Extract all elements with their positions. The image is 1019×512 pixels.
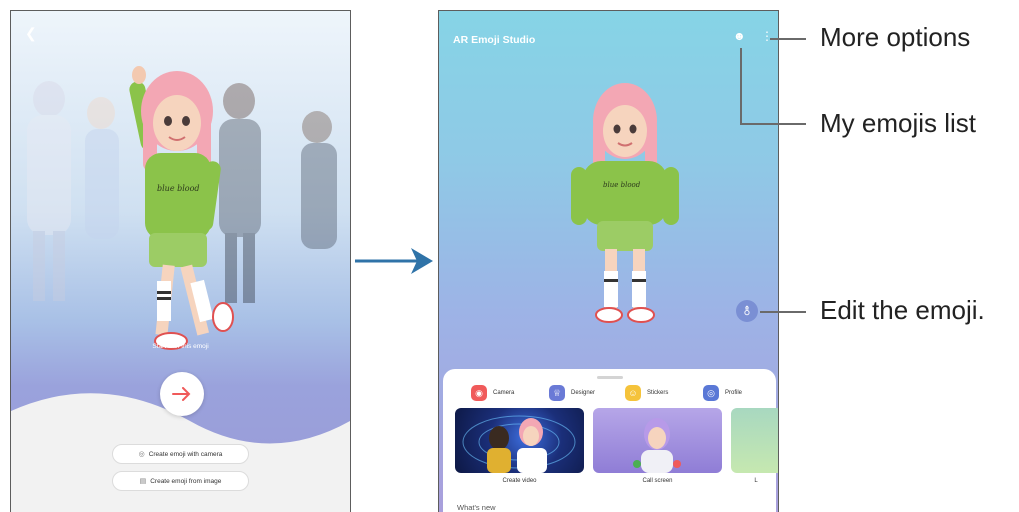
my-emojis-leader-vertical xyxy=(740,48,742,124)
create-video-card[interactable] xyxy=(455,408,584,473)
more-options-icon[interactable]: ⋮ xyxy=(761,29,773,43)
sticker-icon: ☺ xyxy=(625,385,641,401)
main-avatar: blue blood xyxy=(129,66,234,350)
category-profile[interactable]: ◎ Profile xyxy=(703,385,742,401)
standing-avatar: blue blood xyxy=(571,83,679,323)
more-options-leader xyxy=(770,38,806,40)
create-from-image-label: Create emoji from image xyxy=(150,477,222,485)
category-label: Camera xyxy=(493,390,515,396)
edit-emoji-leader xyxy=(760,311,806,313)
create-with-camera-button[interactable]: ◎ Create emoji with camera xyxy=(112,444,249,464)
camera-icon: ◎ xyxy=(138,451,145,458)
card-label-call-screen: Call screen xyxy=(642,478,673,484)
flow-arrow xyxy=(355,248,433,274)
next-button[interactable] xyxy=(160,372,204,416)
category-label: Stickers xyxy=(647,390,669,396)
category-label: Profile xyxy=(725,390,743,396)
create-from-image-button[interactable]: ▤ Create emoji from image xyxy=(112,471,249,491)
app-title: AR Emoji Studio xyxy=(453,34,536,46)
whats-new-heading: What's new xyxy=(457,503,496,512)
card-label-create-video: Create video xyxy=(502,478,537,484)
edit-emoji-callout: Edit the emoji. xyxy=(820,295,985,325)
bottom-sheet: ◉ Camera ♕ Designer ☺ Stickers ◎ Profile xyxy=(443,369,778,512)
figure-icon: ⚨ xyxy=(742,305,752,318)
designer-icon: ♕ xyxy=(549,385,565,401)
start-with-emoji-text: Start with this emoji xyxy=(152,343,209,350)
category-camera[interactable]: ◉ Camera xyxy=(471,385,514,401)
card-label-partial: L xyxy=(754,478,758,484)
call-screen-card[interactable] xyxy=(593,408,722,473)
emoji-start-screen: ❮ blue blood Start with this emoji ◎ Cre… xyxy=(10,10,351,512)
lock-screen-card[interactable] xyxy=(731,408,778,473)
my-emojis-list-callout: My emojis list xyxy=(820,108,977,138)
edit-emoji-button[interactable]: ⚨ xyxy=(736,300,758,322)
category-stickers[interactable]: ☺ Stickers xyxy=(625,385,668,401)
profile-icon: ◎ xyxy=(703,385,719,401)
call-screen-thumbnail xyxy=(633,418,681,473)
my-emojis-leader-horizontal xyxy=(740,123,806,125)
image-icon: ▤ xyxy=(139,478,147,485)
sheet-handle[interactable] xyxy=(597,376,623,379)
category-label: Designer xyxy=(571,390,596,396)
create-with-camera-label: Create emoji with camera xyxy=(148,450,223,458)
ar-emoji-studio-screen: AR Emoji Studio ☻ ⋮ blue blood ⚨ ◉ Camer… xyxy=(438,10,779,512)
create-video-thumbnail xyxy=(462,415,576,473)
svg-text:blue blood: blue blood xyxy=(157,184,200,193)
svg-text:blue blood: blue blood xyxy=(603,181,641,189)
more-options-callout: More options xyxy=(820,22,971,52)
my-emojis-icon[interactable]: ☻ xyxy=(733,29,746,43)
camera-icon: ◉ xyxy=(471,385,487,401)
category-designer[interactable]: ♕ Designer xyxy=(549,385,595,401)
arrow-right-icon xyxy=(172,387,191,401)
